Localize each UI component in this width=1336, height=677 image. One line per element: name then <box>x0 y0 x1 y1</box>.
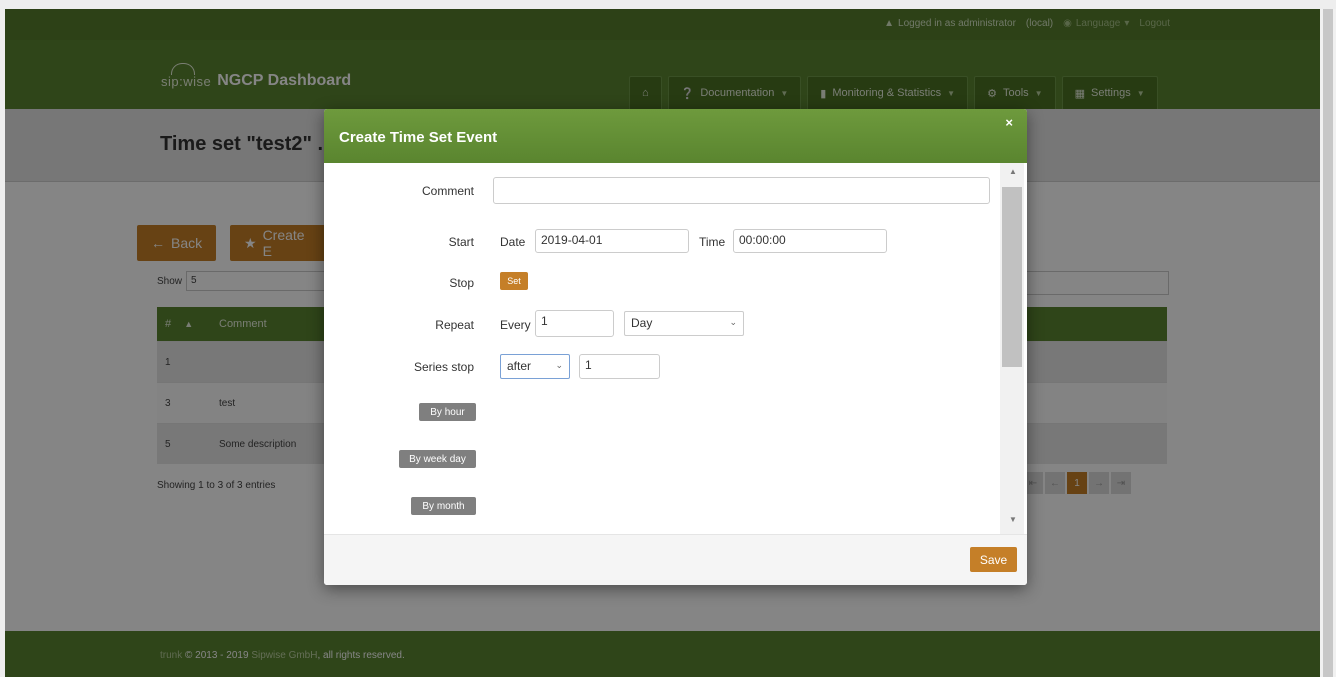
chevron-down-icon: ⌄ <box>729 317 737 327</box>
scroll-down-icon[interactable]: ▼ <box>1009 515 1017 524</box>
page-scrollbar[interactable] <box>1320 9 1336 677</box>
page: ▲ Logged in as administrator (local) ◉ L… <box>5 9 1320 677</box>
scroll-up-icon[interactable]: ▲ <box>1009 167 1017 176</box>
series-stop-label: Series stop <box>413 360 474 374</box>
start-time-input[interactable]: 00:00:00 <box>733 229 887 253</box>
by-hour-button[interactable]: By hour <box>419 403 476 421</box>
modal-title: Create Time Set Event <box>339 129 498 146</box>
comment-label: Comment <box>421 184 474 198</box>
series-stop-mode-select[interactable]: after ⌄ <box>500 354 570 379</box>
modal-footer: Save <box>324 534 1027 585</box>
stop-label: Stop <box>449 276 474 290</box>
start-label: Start <box>448 235 474 249</box>
repeat-label: Repeat <box>435 318 474 332</box>
page-scrollbar-thumb[interactable] <box>1323 9 1333 677</box>
repeat-frequency-select[interactable]: Day ⌄ <box>624 311 744 336</box>
every-label: Every <box>500 318 531 332</box>
repeat-interval-input[interactable]: 1 <box>535 310 614 337</box>
modal-header: Create Time Set Event × <box>324 109 1027 163</box>
series-stop-count-input[interactable]: 1 <box>579 354 660 379</box>
stop-set-button[interactable]: Set <box>500 272 528 290</box>
chevron-down-icon: ⌄ <box>555 360 563 370</box>
modal-scrollbar[interactable]: ▲ ▼ <box>1000 163 1024 534</box>
by-month-button[interactable]: By month <box>411 497 476 515</box>
scrollbar-thumb[interactable] <box>1002 187 1022 367</box>
create-time-set-event-dialog: Create Time Set Event × Comment Start Da… <box>324 109 1027 585</box>
start-date-input[interactable]: 2019-04-01 <box>535 229 689 253</box>
time-label: Time <box>699 235 726 249</box>
date-label: Date <box>500 235 526 249</box>
comment-input[interactable] <box>493 177 990 204</box>
save-button[interactable]: Save <box>970 547 1017 572</box>
modal-body: Comment Start Date 2019-04-01 Time 00:00… <box>324 163 1027 534</box>
by-week-day-button[interactable]: By week day <box>399 450 476 468</box>
close-icon[interactable]: × <box>1005 115 1013 130</box>
